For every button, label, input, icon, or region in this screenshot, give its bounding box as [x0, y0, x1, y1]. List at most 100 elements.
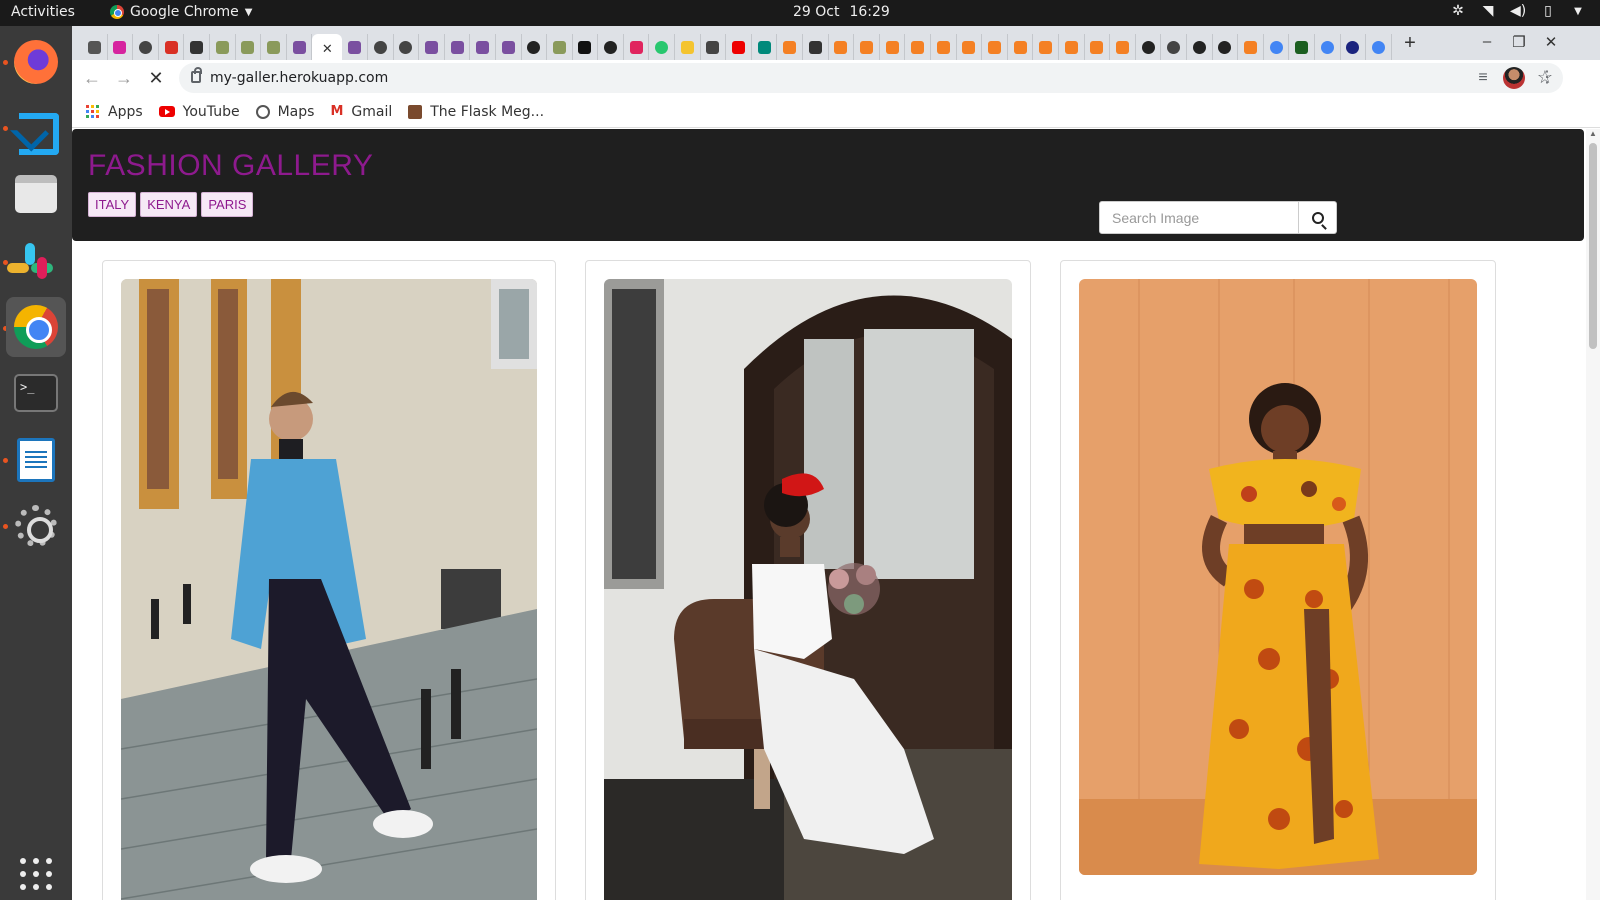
browser-tab[interactable] [522, 34, 548, 60]
browser-tab[interactable] [1033, 34, 1059, 60]
browser-tab[interactable] [496, 34, 522, 60]
browser-tab[interactable] [1264, 34, 1290, 60]
browser-tab[interactable] [957, 34, 983, 60]
battery-icon[interactable]: ▯ [1540, 3, 1556, 19]
slack-tray-icon[interactable]: ✲ [1450, 3, 1466, 19]
browser-tab[interactable] [829, 34, 855, 60]
back-button[interactable]: ← [80, 66, 104, 90]
browser-tab[interactable] [1289, 34, 1315, 60]
search-input[interactable] [1099, 201, 1299, 234]
browser-tab[interactable] [1187, 34, 1213, 60]
browser-tab[interactable] [931, 34, 957, 60]
forward-button[interactable]: → [112, 66, 136, 90]
browser-tab[interactable] [133, 34, 159, 60]
browser-tab[interactable] [777, 34, 804, 60]
dock-settings[interactable] [6, 496, 66, 556]
bookmark-youtube[interactable]: YouTube [158, 104, 240, 120]
browser-tab[interactable] [854, 34, 880, 60]
lock-icon[interactable] [191, 67, 202, 83]
browser-tab[interactable] [82, 34, 108, 60]
browser-tab[interactable] [598, 34, 624, 60]
dock-files[interactable] [6, 164, 66, 224]
browser-tab[interactable] [701, 34, 727, 60]
gallery-card[interactable] [585, 260, 1031, 900]
browser-tab[interactable] [159, 34, 185, 60]
browser-tab[interactable] [1136, 34, 1162, 60]
dock-firefox[interactable] [6, 32, 66, 92]
browser-tab[interactable] [210, 34, 236, 60]
chevron-down-icon[interactable]: ▼ [1570, 6, 1586, 17]
activities-button[interactable]: Activities [11, 4, 75, 20]
browser-tab[interactable] [726, 34, 752, 60]
browser-tab[interactable] [445, 34, 471, 60]
browser-tab[interactable] [752, 34, 778, 60]
gallery-image[interactable] [604, 279, 1012, 900]
bookmark-flask[interactable]: The Flask Meg... [408, 104, 544, 120]
dock-writer[interactable] [6, 430, 66, 490]
gallery-image[interactable] [1079, 279, 1477, 875]
browser-tab[interactable] [905, 34, 931, 60]
browser-tab[interactable] [982, 34, 1008, 60]
system-tray[interactable]: ✲ ◥ ◀) ▯ ▼ [1450, 3, 1586, 19]
browser-tab[interactable] [1238, 34, 1264, 60]
location-button-kenya[interactable]: KENYA [140, 192, 198, 217]
browser-tab[interactable] [261, 34, 287, 60]
media-controls-icon[interactable]: ≡ [1471, 66, 1495, 90]
volume-icon[interactable]: ◀) [1510, 3, 1526, 19]
clock[interactable]: 29 Oct 16:29 [793, 4, 890, 20]
browser-tab[interactable] [108, 34, 134, 60]
minimize-button[interactable]: – [1477, 33, 1497, 50]
location-button-italy[interactable]: ITALY [88, 192, 137, 217]
bookmark-gmail[interactable]: M Gmail [330, 104, 392, 120]
browser-tab[interactable] [184, 34, 210, 60]
browser-tab[interactable] [236, 34, 262, 60]
kebab-menu-icon[interactable]: ⋮ [1535, 66, 1559, 90]
restore-button[interactable]: ❐ [1509, 33, 1529, 51]
stop-loading-button[interactable]: ✕ [144, 66, 168, 90]
browser-tab[interactable] [1008, 34, 1034, 60]
show-applications-icon[interactable] [20, 858, 52, 890]
browser-tab[interactable] [1110, 34, 1136, 60]
page-scrollbar[interactable]: ▲ [1586, 129, 1600, 900]
profile-avatar[interactable] [1503, 67, 1527, 91]
browser-tab[interactable] [1315, 34, 1341, 60]
browser-tab[interactable] [470, 34, 496, 60]
browser-tab[interactable] [624, 34, 650, 60]
browser-tab[interactable] [1213, 34, 1239, 60]
new-tab-button[interactable]: + [1398, 32, 1422, 55]
bookmark-maps[interactable]: Maps [255, 104, 314, 120]
browser-tab[interactable] [547, 34, 573, 60]
browser-tab[interactable] [342, 34, 368, 60]
browser-tab[interactable] [287, 34, 313, 60]
close-window-button[interactable]: ✕ [1541, 33, 1561, 51]
browser-tab[interactable] [573, 34, 599, 60]
browser-tab[interactable] [1085, 34, 1111, 60]
browser-tab[interactable] [1366, 34, 1392, 60]
dock-slack[interactable] [6, 231, 66, 291]
dock-vscode[interactable] [6, 98, 66, 158]
location-button-paris[interactable]: PARIS [201, 192, 254, 217]
close-tab-icon[interactable]: ✕ [322, 41, 333, 57]
browser-tab[interactable] [1161, 34, 1187, 60]
browser-tab[interactable] [368, 34, 394, 60]
address-bar[interactable]: my-galler.herokuapp.com ☆ [179, 63, 1563, 93]
browser-tab[interactable] [394, 34, 420, 60]
search-button[interactable] [1299, 201, 1337, 234]
browser-tab[interactable] [419, 34, 445, 60]
browser-tab[interactable] [1059, 34, 1085, 60]
dock-terminal[interactable]: >_ [6, 363, 66, 423]
dock-chrome[interactable] [6, 297, 66, 357]
browser-tab[interactable] [649, 34, 676, 60]
browser-tab[interactable]: ✕ [312, 34, 343, 63]
browser-tab[interactable] [675, 34, 701, 60]
scroll-up-icon[interactable]: ▲ [1589, 129, 1597, 138]
browser-tab[interactable] [1341, 34, 1367, 60]
app-menu[interactable]: Google Chrome ▼ [110, 4, 252, 20]
gallery-card[interactable] [1060, 260, 1496, 900]
browser-tab[interactable] [880, 34, 906, 60]
gallery-image[interactable] [121, 279, 537, 900]
wifi-icon[interactable]: ◥ [1480, 3, 1496, 19]
gallery-card[interactable] [102, 260, 556, 900]
browser-tab[interactable] [803, 34, 829, 60]
scroll-thumb[interactable] [1589, 143, 1597, 349]
